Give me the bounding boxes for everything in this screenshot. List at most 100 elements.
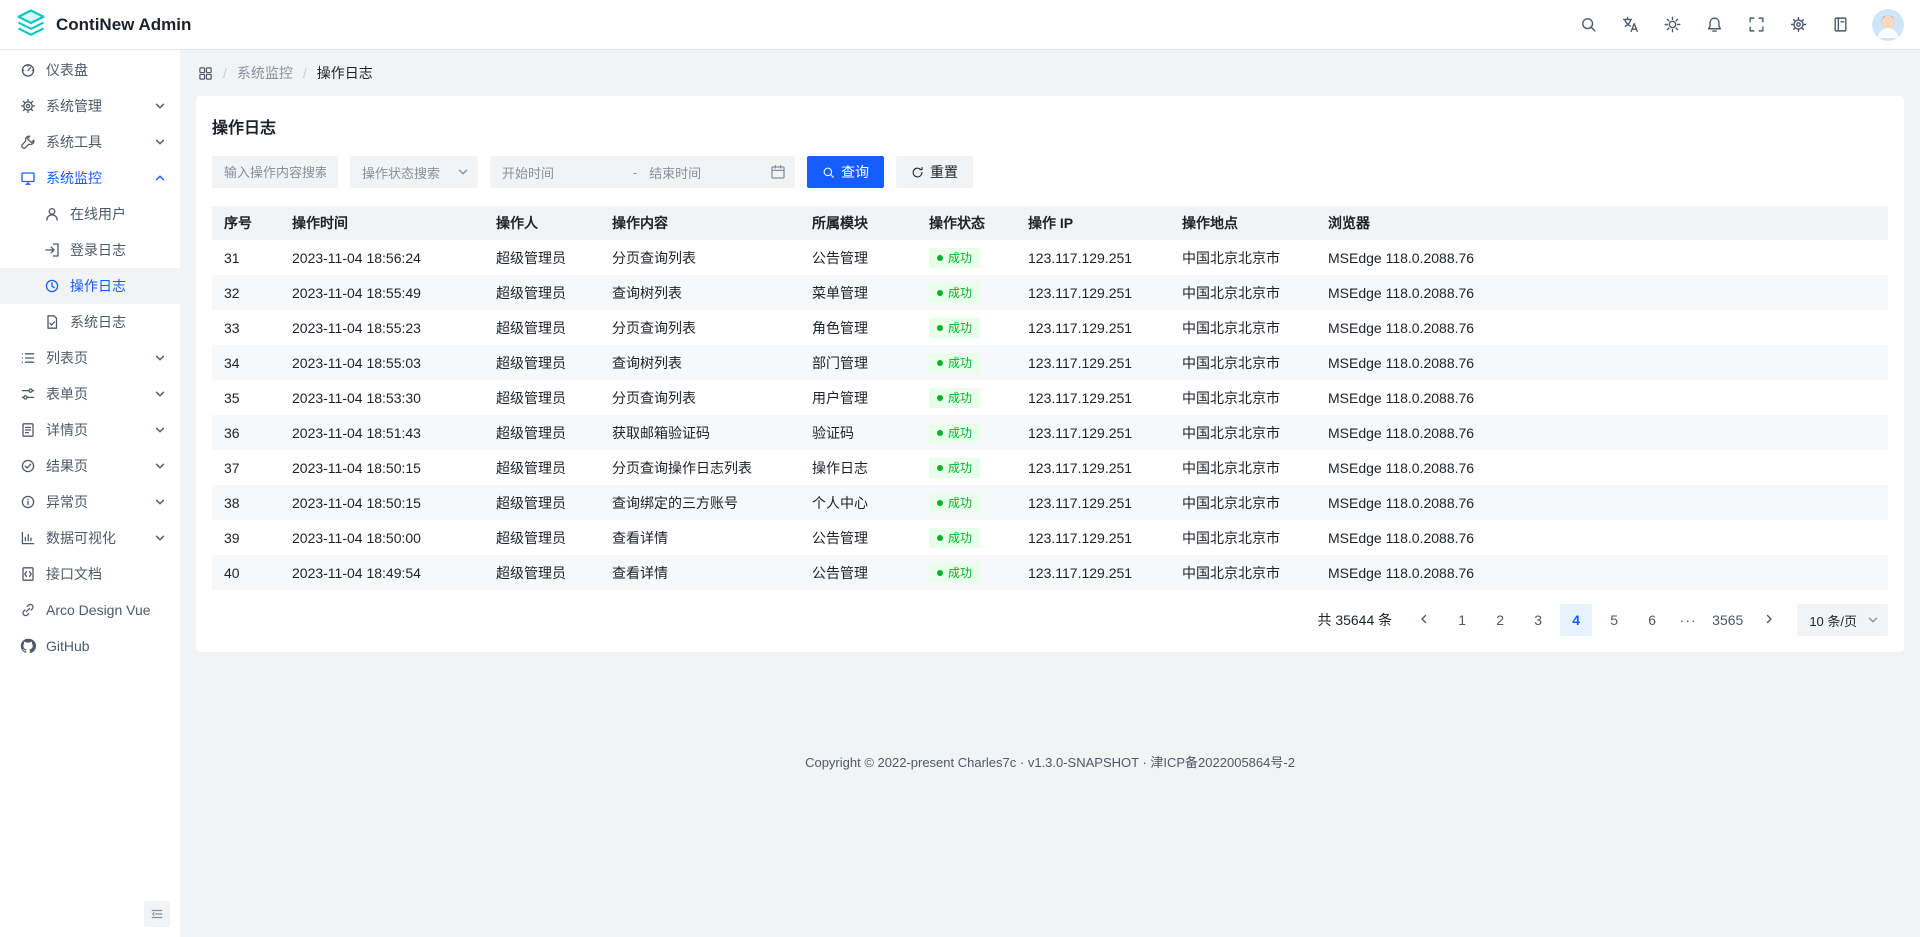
fullscreen-button[interactable] [1740,9,1772,41]
settings-button[interactable] [1782,9,1814,41]
breadcrumb-item[interactable]: 系统监控 [237,63,293,83]
app-header: ContiNew Admin [0,0,1920,50]
cell-id: 35 [212,380,280,415]
page-size-select[interactable]: 10 条/页 [1797,604,1888,636]
search-button[interactable] [1572,9,1604,41]
file-check-icon [44,314,60,330]
date-range-picker[interactable]: 开始时间 - 结束时间 [490,156,795,188]
page-1-button[interactable]: 1 [1446,604,1478,636]
sidebar-item-label: 在线用户 [70,204,166,224]
app-logo[interactable]: ContiNew Admin [16,8,191,41]
sidebar-item-online-users[interactable]: 在线用户 [0,196,180,232]
page-5-button[interactable]: 5 [1598,604,1630,636]
chevron-down-icon [154,496,166,508]
table-row: 392023-11-04 18:50:00超级管理员查看详情公告管理成功123.… [212,520,1888,555]
login-log-icon [44,242,60,258]
sidebar-item-system-logs[interactable]: 系统日志 [0,304,180,340]
status-dot-icon [937,500,943,506]
table-row: 382023-11-04 18:50:15超级管理员查询绑定的三方账号个人中心成… [212,485,1888,520]
sidebar-item-list-pages[interactable]: 列表页 [0,340,180,376]
sidebar-item-label: 系统工具 [46,132,144,152]
breadcrumb-item[interactable]: 操作日志 [317,63,373,83]
settings-icon [20,98,36,114]
status-badge: 成功 [929,528,980,548]
notifications-button[interactable] [1698,9,1730,41]
column-header: 操作地点 [1170,206,1316,240]
page-2-button[interactable]: 2 [1484,604,1516,636]
chevron-down-icon [154,352,166,364]
sidebar-item-label: Arco Design Vue [46,602,166,618]
previous-page-button[interactable] [1408,604,1440,636]
sidebar-item-login-logs[interactable]: 登录日志 [0,232,180,268]
sidebar-item-exception-pages[interactable]: 异常页 [0,484,180,520]
page-4-button[interactable]: 4 [1560,604,1592,636]
theme-button[interactable] [1656,9,1688,41]
cell-location: 中国北京北京市 [1170,310,1316,345]
sidebar-item-system-tools[interactable]: 系统工具 [0,124,180,160]
cell-time: 2023-11-04 18:56:24 [280,240,484,275]
status-badge: 成功 [929,388,980,408]
breadcrumb-separator: / [303,65,307,81]
cell-ip: 123.117.129.251 [1016,275,1170,310]
api-doc-icon [20,566,36,582]
cell-id: 36 [212,415,280,450]
sidebar-item-operation-logs[interactable]: 操作日志 [0,268,180,304]
operation-status-select[interactable]: 操作状态搜索 [350,156,478,188]
sidebar-item-label: 接口文档 [46,564,166,584]
sidebar-item-system-management[interactable]: 系统管理 [0,88,180,124]
cell-content: 分页查询操作日志列表 [600,450,800,485]
cell-time: 2023-11-04 18:55:23 [280,310,484,345]
pagination-ellipsis[interactable]: ··· [1674,612,1702,628]
sidebar-item-api-docs[interactable]: 接口文档 [0,556,180,592]
bar-chart-icon [20,530,36,546]
reset-button[interactable]: 重置 [896,156,973,188]
column-header: 操作 IP [1016,206,1170,240]
cell-status: 成功 [917,555,1016,590]
search-button[interactable]: 查询 [807,156,884,188]
cell-time: 2023-11-04 18:50:15 [280,485,484,520]
status-dot-icon [937,535,943,541]
page-3565-button[interactable]: 3565 [1708,604,1747,636]
sidebar-item-detail-pages[interactable]: 详情页 [0,412,180,448]
status-dot-icon [937,325,943,331]
sidebar-item-data-visualization[interactable]: 数据可视化 [0,520,180,556]
info-circle-icon [20,494,36,510]
cell-location: 中国北京北京市 [1170,345,1316,380]
next-page-button[interactable] [1753,604,1785,636]
cell-location: 中国北京北京市 [1170,415,1316,450]
operation-content-search-input[interactable] [212,156,338,188]
status-select-placeholder: 操作状态搜索 [362,163,440,182]
sidebar-item-label: 登录日志 [70,240,166,260]
sidebar-item-dashboard[interactable]: 仪表盘 [0,52,180,88]
cell-id: 39 [212,520,280,555]
cell-status: 成功 [917,415,1016,450]
docs-button[interactable] [1824,9,1856,41]
page-3-button[interactable]: 3 [1522,604,1554,636]
sidebar-item-arco-design-vue[interactable]: Arco Design Vue [0,592,180,628]
sidebar-item-github[interactable]: GitHub [0,628,180,664]
status-label: 成功 [948,565,972,581]
sidebar-item-system-monitor[interactable]: 系统监控 [0,160,180,196]
sidebar-item-result-pages[interactable]: 结果页 [0,448,180,484]
apps-icon[interactable] [198,66,213,81]
user-avatar[interactable] [1872,9,1904,41]
cell-content: 分页查询列表 [600,380,800,415]
cell-operator: 超级管理员 [484,345,600,380]
cell-module: 部门管理 [800,345,917,380]
cell-browser: MSEdge 118.0.2088.76 [1316,310,1888,345]
page-6-button[interactable]: 6 [1636,604,1668,636]
sidebar-item-form-pages[interactable]: 表单页 [0,376,180,412]
translate-button[interactable] [1614,9,1646,41]
sidebar: 仪表盘系统管理系统工具系统监控在线用户登录日志操作日志系统日志列表页表单页详情页… [0,50,180,937]
cell-browser: MSEdge 118.0.2088.76 [1316,450,1888,485]
column-header: 序号 [212,206,280,240]
sidebar-collapse-button[interactable] [144,901,170,927]
table-row: 352023-11-04 18:53:30超级管理员分页查询列表用户管理成功12… [212,380,1888,415]
sidebar-item-label: 异常页 [46,492,144,512]
status-dot-icon [937,395,943,401]
cell-operator: 超级管理员 [484,485,600,520]
cell-browser: MSEdge 118.0.2088.76 [1316,240,1888,275]
sidebar-item-label: 系统日志 [70,312,166,332]
status-badge: 成功 [929,423,980,443]
status-dot-icon [937,430,943,436]
